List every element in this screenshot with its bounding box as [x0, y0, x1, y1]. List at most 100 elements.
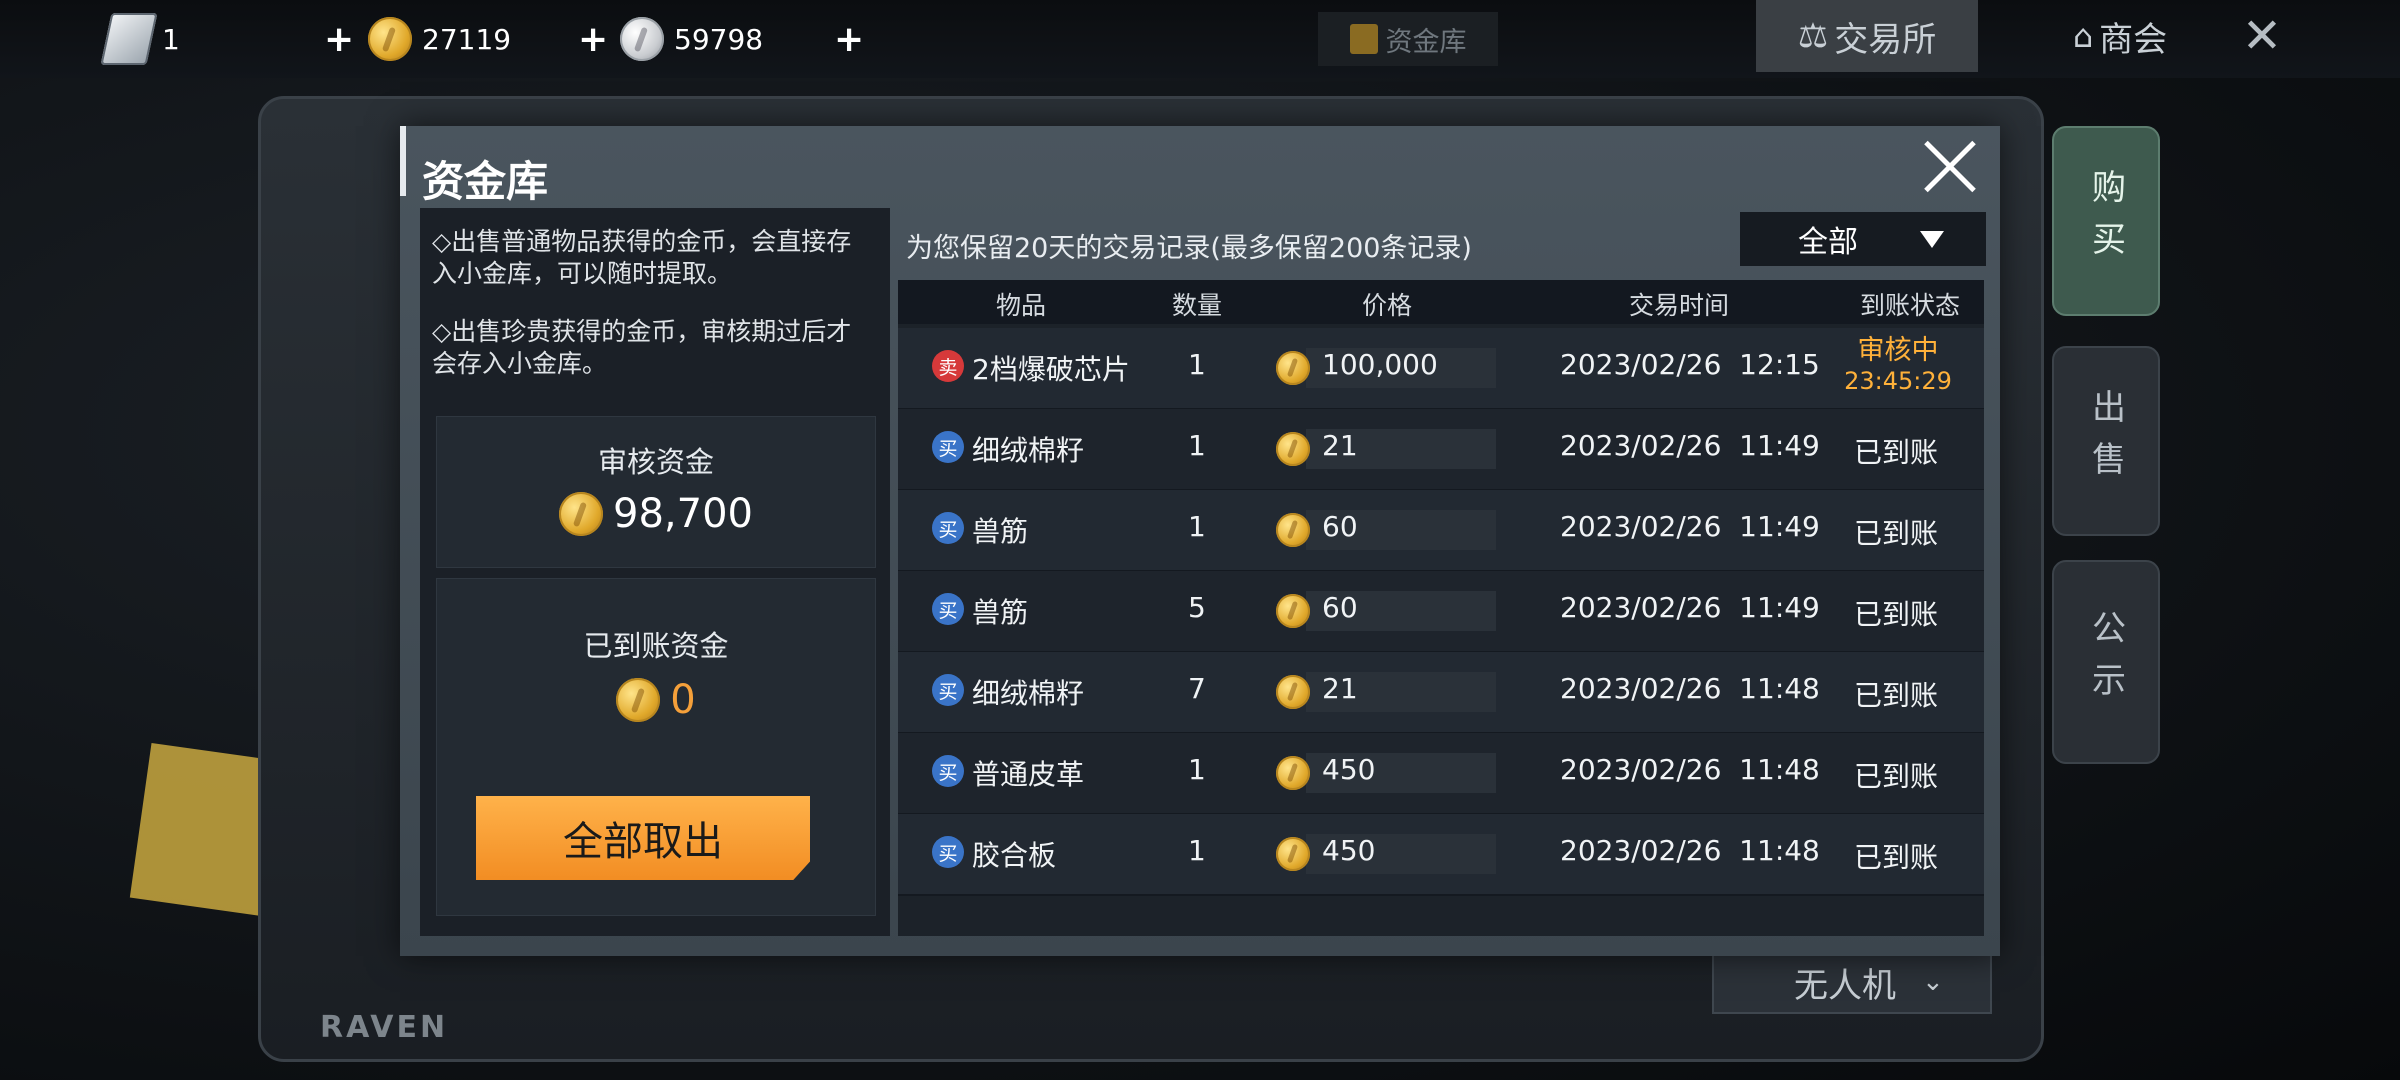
filter-value: 全部: [1798, 225, 1858, 260]
trade-time: 2023/02/26 11:49: [1560, 429, 1820, 462]
side-tab-sell-label: 出售: [2085, 389, 2126, 493]
drone-select[interactable]: 无人机 ⌄: [1712, 950, 1992, 1014]
side-tab-buy[interactable]: 购买: [2052, 126, 2160, 316]
withdraw-all-button[interactable]: 全部取出: [476, 796, 810, 880]
scale-icon: ⚖: [1797, 16, 1829, 56]
dialog-title: 资金库: [422, 157, 549, 206]
item-price: 60: [1322, 510, 1358, 543]
audit-funds-value: 98,700: [613, 491, 753, 537]
buy-tag: 买: [932, 593, 964, 625]
item-name: 细绒棉籽: [972, 434, 1085, 467]
gold-coin-icon: [1276, 432, 1310, 466]
col-qty: 数量: [1172, 291, 1223, 320]
status-arrived: 已到账: [1854, 598, 1939, 631]
arrived-funds-label: 已到账资金: [583, 629, 729, 663]
item-name: 细绒棉籽: [972, 677, 1085, 710]
table-row[interactable]: 买细绒棉籽 7 21 2023/02/26 11:48 已到账: [898, 652, 1984, 734]
chevron-down-icon: ⌄: [1922, 967, 1944, 997]
gold-coin-icon: [616, 678, 661, 722]
audit-countdown: 23:45:29: [1844, 367, 1952, 395]
exchange-tab[interactable]: ⚖ 交易所: [1756, 0, 1978, 72]
side-tab-buy-label: 购买: [2085, 169, 2126, 273]
status-auditing: 审核中 23:45:29: [1836, 336, 1960, 396]
col-status: 到账状态: [1860, 291, 1961, 320]
table-row[interactable]: 买普通皮革 1 450 2023/02/26 11:48 已到账: [898, 733, 1984, 815]
vault-dialog: 资金库 ◇出售普通物品获得的金币，会直接存入小金库，可以随时提取。 ◇出售珍贵获…: [400, 126, 2000, 956]
arrived-funds-value: 0: [670, 677, 696, 723]
gold-currency: 27119: [368, 0, 511, 78]
item-qty: 1: [1188, 348, 1206, 381]
sell-tag: 卖: [932, 350, 964, 382]
table-row[interactable]: 买兽筋 1 60 2023/02/26 11:49 已到账: [898, 490, 1984, 572]
col-time: 交易时间: [1629, 291, 1730, 320]
buy-tag: 买: [932, 512, 964, 544]
side-tab-notice-label: 公示: [2085, 610, 2126, 714]
trade-time: 2023/02/26 11:48: [1560, 834, 1820, 867]
guild-tab[interactable]: ⌂ 商会: [2030, 0, 2210, 72]
add-silver-button[interactable]: +: [834, 0, 864, 78]
crystal-icon: [100, 13, 158, 65]
item-name: 兽筋: [972, 515, 1029, 548]
close-icon[interactable]: ✕: [2226, 0, 2298, 72]
vault-tab[interactable]: 资金库: [1318, 12, 1498, 66]
vault-icon: [1349, 24, 1378, 54]
item-qty: 1: [1188, 834, 1206, 867]
dropdown-triangle-icon: [1920, 230, 1944, 248]
col-item: 物品: [996, 291, 1047, 320]
audit-funds-label: 审核资金: [597, 445, 714, 479]
crystal-currency: 1: [100, 0, 180, 78]
gold-coin-icon: [368, 17, 412, 61]
add-gold-button[interactable]: +: [578, 0, 608, 78]
status-arrived: 已到账: [1854, 517, 1939, 550]
col-price: 价格: [1362, 291, 1413, 320]
status-arrived: 已到账: [1854, 760, 1939, 793]
crystal-count: 1: [162, 22, 180, 56]
side-tab-notice[interactable]: 公示: [2052, 560, 2160, 764]
item-qty: 7: [1188, 672, 1206, 705]
table-row[interactable]: 卖 2档爆破芯片 1 100,000 2023/02/26 12:15 审核中 23:45:…: [898, 328, 1984, 410]
status-arrived: 已到账: [1854, 436, 1939, 469]
status-text: 审核中: [1857, 335, 1939, 366]
item-name: 2档爆破芯片: [972, 353, 1130, 386]
note-precious-items: ◇出售珍贵获得的金币，审核期过后才会存入小金库。: [432, 317, 852, 378]
item-name: 兽筋: [972, 596, 1029, 629]
item-qty: 5: [1188, 591, 1206, 624]
gold-coin-icon: [1276, 351, 1310, 385]
shop-icon: ⌂: [2072, 17, 2094, 55]
trade-time: 2023/02/26 11:49: [1560, 591, 1820, 624]
item-name: 普通皮革: [972, 758, 1085, 791]
record-filter-dropdown[interactable]: 全部: [1740, 212, 1986, 266]
dialog-close-icon[interactable]: [1920, 136, 1980, 196]
audit-funds-amount: 98,700: [437, 491, 875, 537]
gold-coin-icon: [1276, 837, 1310, 871]
arrived-funds-amount: 0: [437, 677, 875, 723]
gold-coin-icon: [1276, 756, 1310, 790]
note-normal-items: ◇出售普通物品获得的金币，会直接存入小金库，可以随时提取。: [432, 227, 852, 288]
item-qty: 1: [1188, 510, 1206, 543]
item-name: 胶合板: [972, 839, 1057, 872]
funds-panel: ◇出售普通物品获得的金币，会直接存入小金库，可以随时提取。 ◇出售珍贵获得的金币…: [420, 208, 890, 936]
title-accent: [400, 126, 406, 196]
trade-time: 2023/02/26 11:48: [1560, 753, 1820, 786]
gold-coin-icon: [1276, 513, 1310, 547]
trade-time: 2023/02/26 11:49: [1560, 510, 1820, 543]
add-crystal-button[interactable]: +: [324, 0, 354, 78]
table-row[interactable]: 买兽筋 5 60 2023/02/26 11:49 已到账: [898, 571, 1984, 653]
trade-time: 2023/02/26 12:15: [1560, 348, 1820, 381]
item-price: 60: [1322, 591, 1358, 624]
transaction-table[interactable]: 物品 数量 价格 交易时间 到账状态 卖 2档爆破芯片 1 100,000 2023/0…: [898, 280, 1984, 936]
gold-coin-icon: [559, 492, 604, 536]
gold-coin-icon: [1276, 594, 1310, 628]
buy-tag: 买: [932, 674, 964, 706]
table-row[interactable]: 买胶合板 1 450 2023/02/26 11:48 已到账: [898, 814, 1984, 896]
table-header: 物品 数量 价格 交易时间 到账状态: [898, 280, 1984, 324]
guild-tab-label: 商会: [2099, 19, 2168, 60]
audit-funds-box: 审核资金 98,700: [436, 416, 876, 568]
table-row[interactable]: 买细绒棉籽 1 21 2023/02/26 11:49 已到账: [898, 409, 1984, 491]
item-price: 450: [1322, 753, 1376, 786]
side-tab-sell[interactable]: 出售: [2052, 346, 2160, 536]
buy-tag: 买: [932, 836, 964, 868]
gold-coin-icon: [1276, 675, 1310, 709]
status-arrived: 已到账: [1854, 679, 1939, 712]
buy-tag: 买: [932, 431, 964, 463]
